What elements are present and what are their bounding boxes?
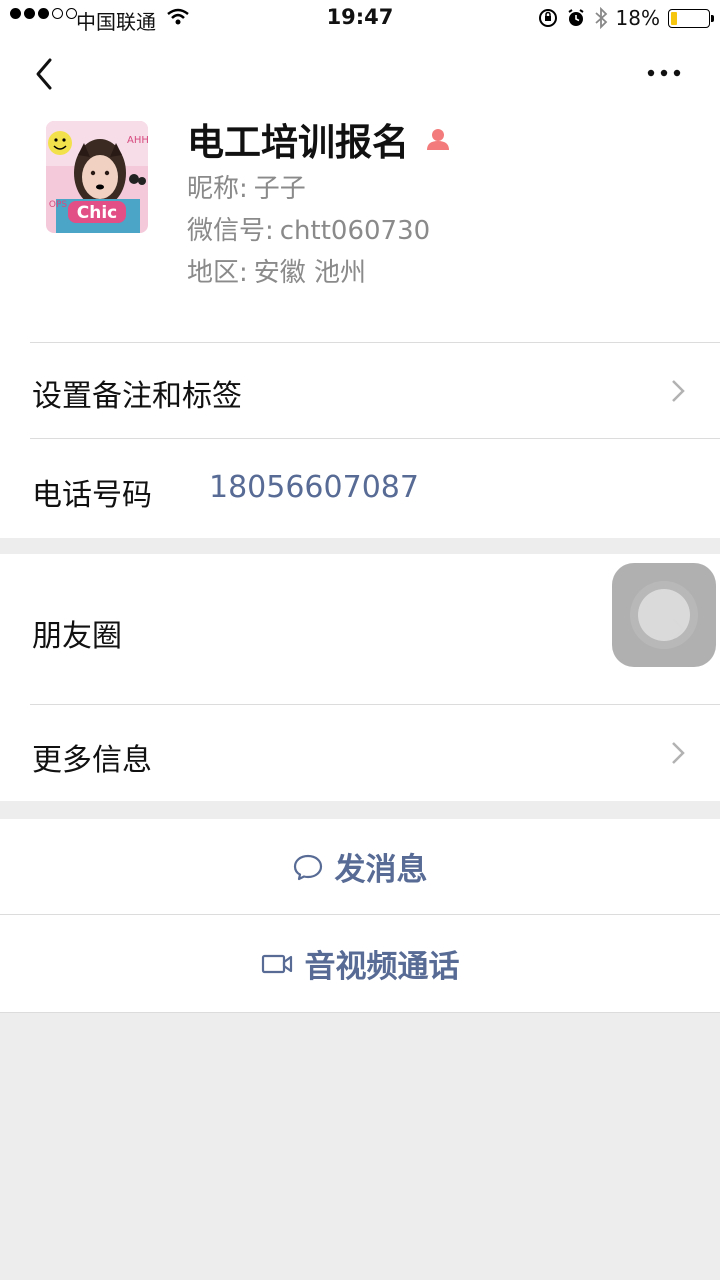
- status-bar: 中国联通 19:47 18%: [0, 0, 720, 36]
- assistive-touch-ring-icon: [638, 589, 690, 641]
- avatar[interactable]: Chic AHH OPS: [46, 121, 148, 233]
- wechat-id-value: chtt060730: [279, 216, 431, 246]
- nickname-row: 昵称: 子子: [187, 168, 306, 205]
- send-message-label: 发消息: [334, 852, 428, 888]
- send-message-button[interactable]: 发消息: [0, 819, 720, 914]
- nickname-label: 昵称:: [187, 174, 248, 204]
- nickname-value: 子子: [253, 174, 306, 204]
- chat-bubble-icon: [293, 854, 322, 880]
- remark-tags-label: 设置备注和标签: [32, 379, 242, 414]
- video-call-label: 音视频通话: [304, 949, 460, 985]
- svg-text:OPS: OPS: [49, 200, 68, 210]
- svg-text:Chic: Chic: [77, 203, 117, 223]
- video-call-button[interactable]: 音视频通话: [0, 915, 720, 1012]
- female-user-icon: [427, 129, 449, 150]
- status-right-group: 18%: [538, 6, 714, 30]
- back-button[interactable]: [28, 54, 62, 94]
- battery-icon: [668, 8, 714, 28]
- assistive-touch-button[interactable]: [612, 563, 716, 667]
- region-label: 地区:: [187, 258, 248, 288]
- rotation-lock-icon: [538, 9, 557, 27]
- divider: [0, 1012, 720, 1013]
- phone-row: 电话号码 18056607087: [0, 439, 720, 537]
- region-row: 地区: 安徽 池州: [187, 252, 366, 289]
- battery-percent: 18%: [615, 6, 660, 30]
- chevron-right-icon: [672, 380, 685, 402]
- svg-text:AHH: AHH: [127, 135, 148, 146]
- remark-tags-row[interactable]: 设置备注和标签: [0, 343, 720, 439]
- video-camera-icon: [261, 954, 292, 973]
- chevron-right-icon: [672, 742, 685, 764]
- battery-level: [671, 11, 678, 25]
- contact-name-text: 电工培训报名: [187, 121, 409, 164]
- phone-label: 电话号码: [32, 478, 152, 513]
- wechat-id-row: 微信号: chtt060730: [187, 210, 430, 247]
- phone-number-link[interactable]: 18056607087: [209, 470, 419, 505]
- bluetooth-icon: [594, 7, 607, 29]
- more-info-row[interactable]: 更多信息: [0, 705, 720, 801]
- alarm-icon: [567, 9, 584, 26]
- wechat-id-label: 微信号:: [187, 216, 274, 246]
- more-options-button[interactable]: [640, 60, 688, 86]
- contact-name: 电工培训报名: [187, 112, 451, 166]
- region-value: 安徽 池州: [253, 258, 367, 288]
- more-info-label: 更多信息: [32, 743, 152, 778]
- moments-label: 朋友圈: [32, 619, 122, 654]
